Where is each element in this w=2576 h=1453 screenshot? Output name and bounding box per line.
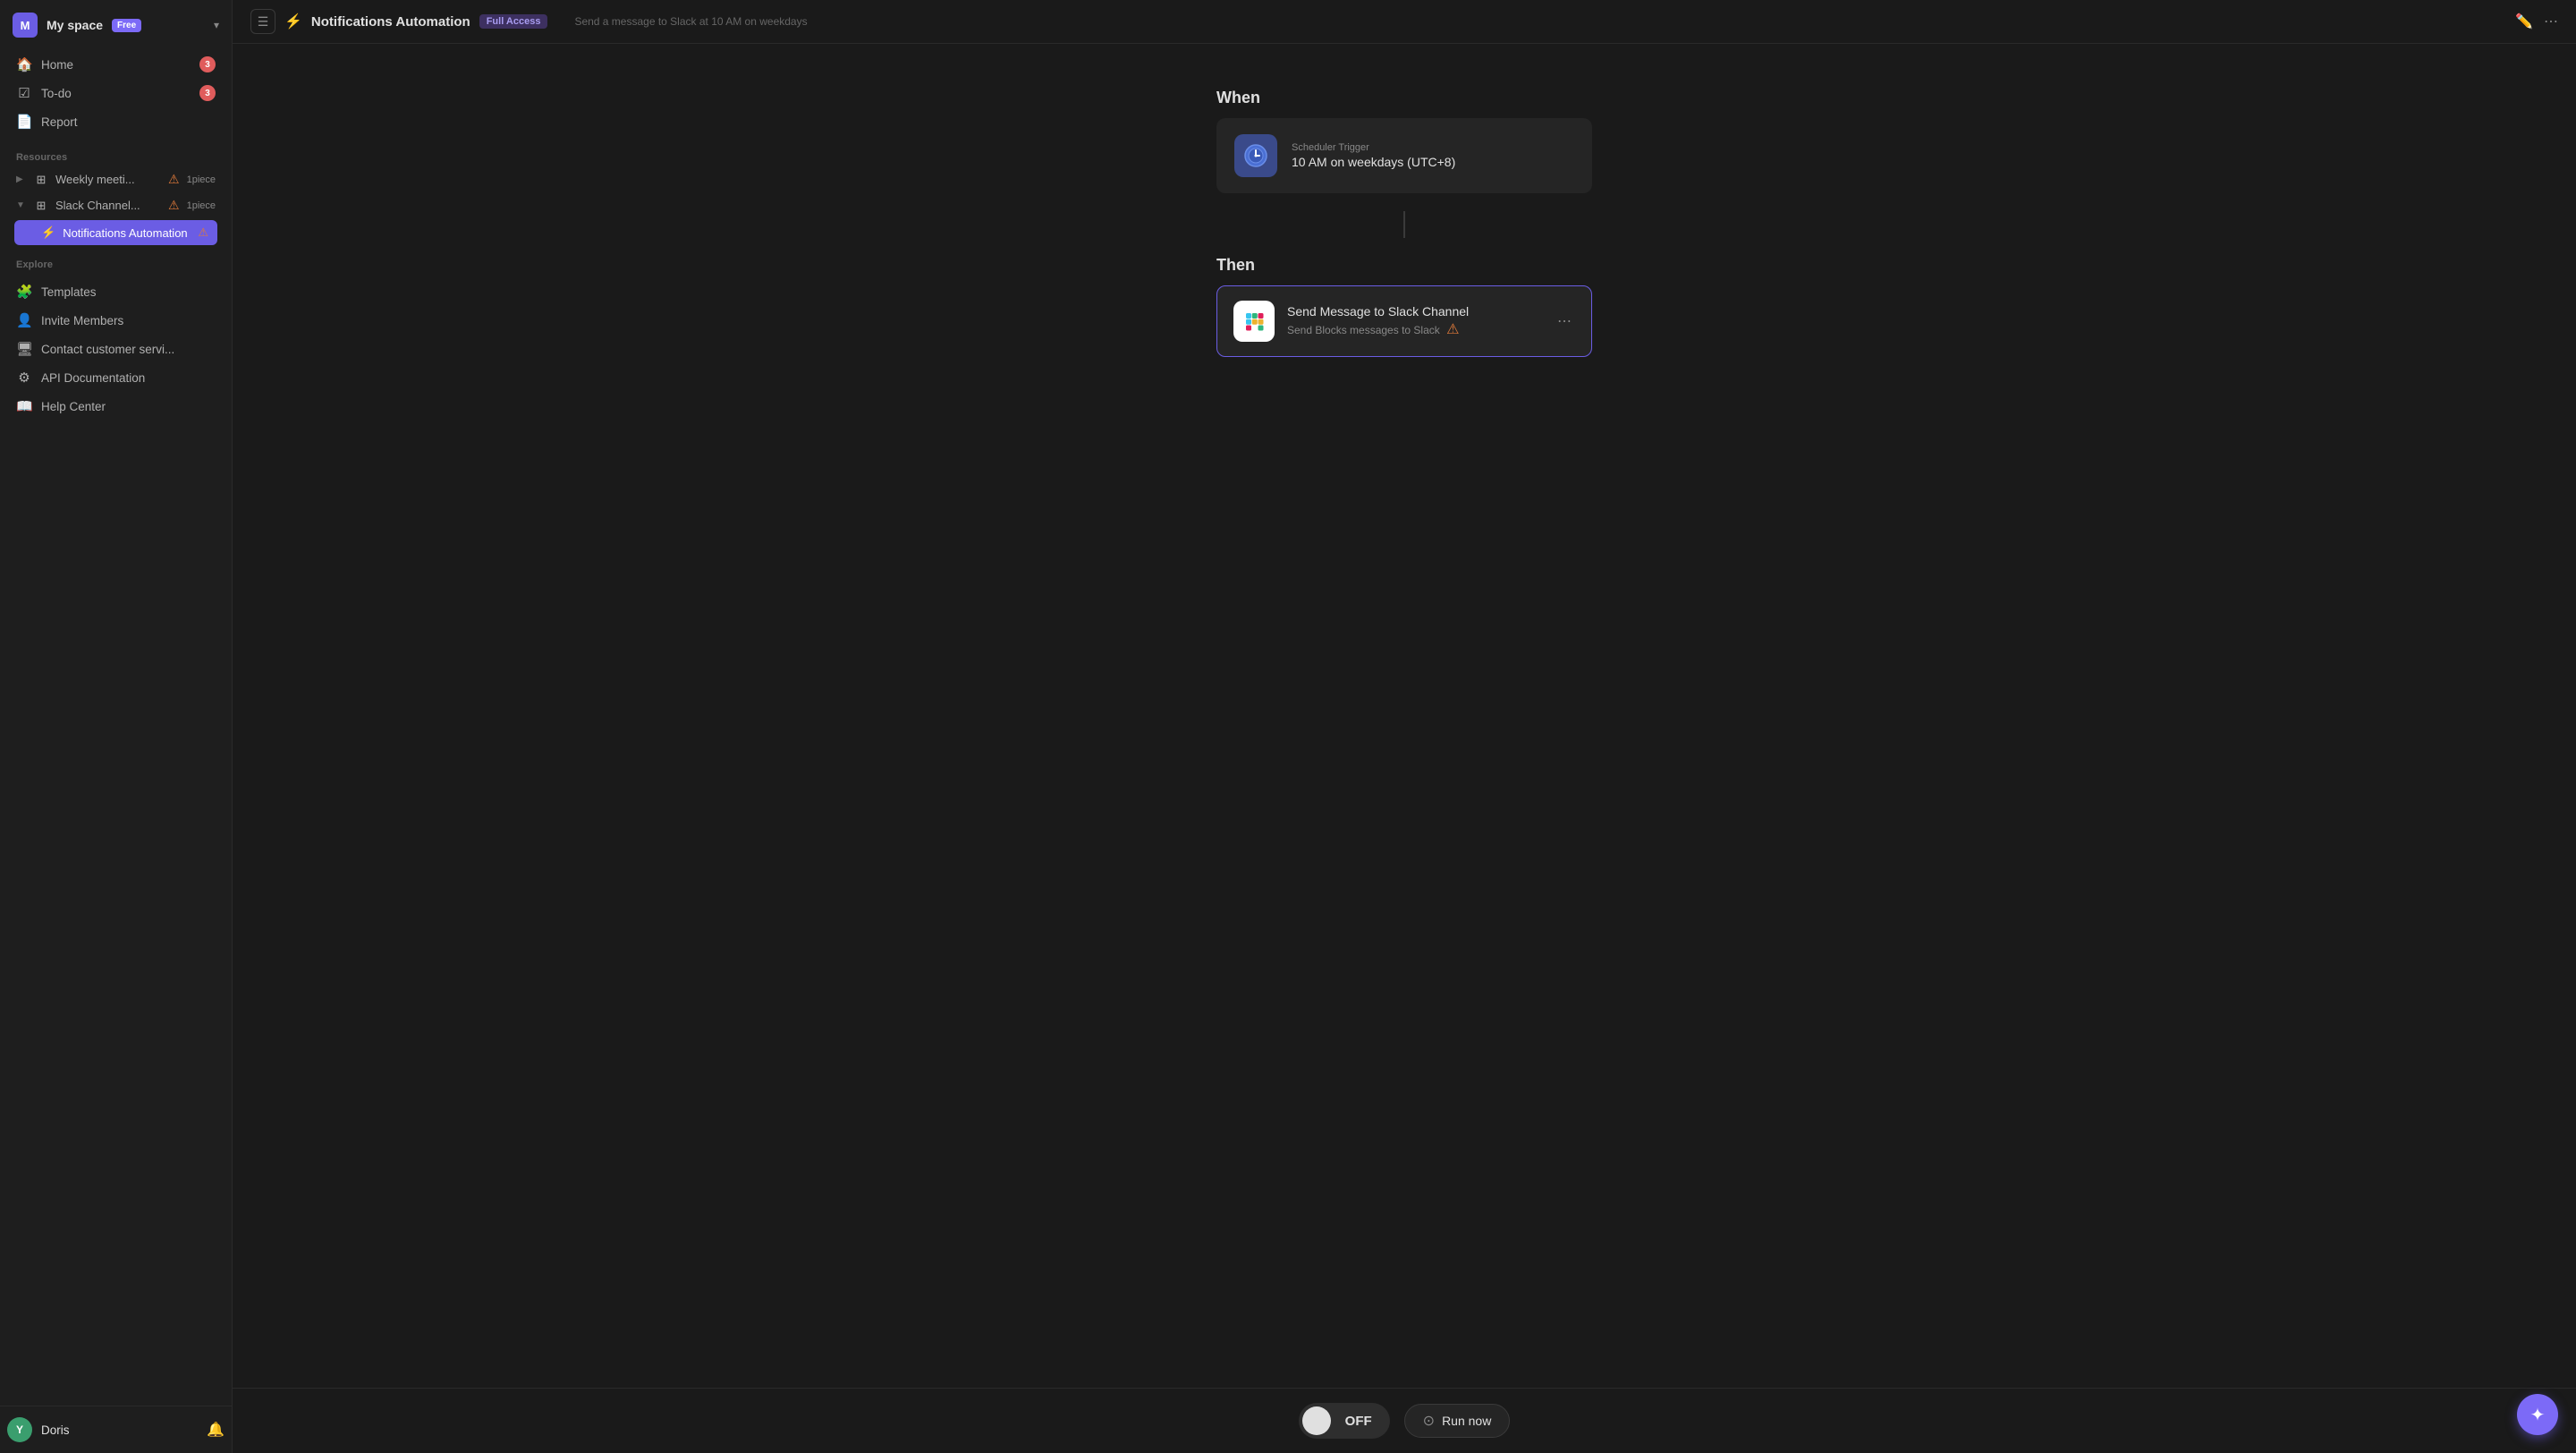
collapse-sidebar-button[interactable]: ☰ [250, 9, 275, 34]
templates-icon: 🧩 [16, 284, 32, 300]
trigger-info: Scheduler Trigger 10 AM on weekdays (UTC… [1292, 142, 1455, 169]
run-icon: ⊙ [1423, 1412, 1435, 1430]
sparkle-icon: ✦ [2530, 1404, 2546, 1426]
edit-button[interactable]: ✏️ [2515, 13, 2533, 30]
nav-label-home: Home [41, 58, 191, 72]
sidebar-item-contact[interactable]: 🖥 Contact customer servi... [7, 335, 225, 363]
sidebar-item-report[interactable]: 📄 Report [7, 107, 225, 136]
action-mainlabel: Send Message to Slack Channel [1287, 304, 1469, 319]
api-icon: ⚙ [16, 370, 32, 386]
user-avatar: Y [7, 1417, 32, 1442]
action-warning-icon: ⚠ [1446, 322, 1459, 337]
automation-bolt-icon: ⚡ [41, 225, 55, 240]
warning-icon-weekly: ⚠ [168, 172, 180, 187]
action-more-button[interactable]: ⋯ [1554, 309, 1575, 334]
when-heading: When [1216, 89, 1260, 107]
fab-button[interactable]: ✦ [2517, 1394, 2558, 1435]
action-sublabel: Send Blocks messages to Slack ⚠ [1287, 320, 1469, 338]
action-card[interactable]: Send Message to Slack Channel Send Block… [1216, 285, 1592, 357]
topbar-automation-icon: ⚡ [284, 13, 302, 30]
ellipsis-icon: ⋯ [2544, 13, 2558, 30]
contact-icon: 🖥 [16, 341, 32, 357]
help-icon: 📖 [16, 398, 32, 414]
trigger-mainlabel: 10 AM on weekdays (UTC+8) [1292, 155, 1455, 169]
action-info: Send Message to Slack Channel Send Block… [1287, 304, 1469, 338]
tree-label-weekly: Weekly meeti... [55, 173, 161, 186]
sidebar-item-api[interactable]: ⚙ API Documentation [7, 363, 225, 392]
grid-icon: ⊞ [34, 173, 48, 187]
more-dots-icon: ⋯ [1557, 314, 1572, 329]
edit-icon: ✏️ [2515, 13, 2533, 30]
when-section: When Scheduler Trigger 10 AM on weekdays… [1216, 89, 1592, 193]
nav-label-todo: To-do [41, 87, 191, 100]
explore-nav: 🧩 Templates 👤 Invite Members 🖥 Contact c… [0, 274, 232, 424]
sidebar-item-templates[interactable]: 🧩 Templates [7, 277, 225, 306]
sidebar-item-invite[interactable]: 👤 Invite Members [7, 306, 225, 335]
nav-label-contact: Contact customer servi... [41, 343, 216, 356]
explore-section-label: Explore [0, 247, 232, 274]
home-badge: 3 [199, 56, 216, 72]
toggle-label: OFF [1331, 1414, 1386, 1429]
chevron-down-icon: ▾ [214, 19, 219, 31]
run-now-button[interactable]: ⊙ Run now [1404, 1404, 1511, 1438]
tree-label-slack: Slack Channel... [55, 199, 161, 212]
main-content: ☰ ⚡ Notifications Automation Full Access… [233, 0, 2576, 1453]
plan-badge: Free [112, 19, 141, 32]
collapse-arrow-icon: ▼ [16, 200, 27, 210]
run-now-label: Run now [1442, 1414, 1491, 1428]
sidebar-footer: Y Doris 🔔 [0, 1406, 232, 1453]
more-options-button[interactable]: ⋯ [2544, 13, 2558, 30]
then-section: Then [1216, 256, 1592, 357]
grid-icon-slack: ⊞ [34, 199, 48, 213]
user-name: Doris [41, 1423, 198, 1437]
connector-line [1403, 211, 1405, 238]
nav-label-report: Report [41, 115, 216, 129]
trigger-card[interactable]: Scheduler Trigger 10 AM on weekdays (UTC… [1216, 118, 1592, 193]
toggle-circle [1302, 1406, 1331, 1435]
then-heading: Then [1216, 256, 1255, 275]
todo-badge: 3 [199, 85, 216, 101]
toggle-switch[interactable]: OFF [1299, 1403, 1390, 1439]
sidebar-item-slack-channel[interactable]: ▼ ⊞ Slack Channel... ⚠ 1piece [7, 192, 225, 218]
workspace-name: My space [47, 18, 103, 32]
resources-section-label: Resources [0, 140, 232, 166]
bottom-bar: OFF ⊙ Run now [233, 1388, 2576, 1453]
topbar: ☰ ⚡ Notifications Automation Full Access… [233, 0, 2576, 44]
nav-label-api: API Documentation [41, 371, 216, 385]
count-weekly: 1piece [187, 174, 216, 185]
sidebar-item-notifications-automation[interactable]: ⚡ Notifications Automation ⚠ [14, 220, 217, 245]
expand-arrow-icon: ▶ [16, 174, 27, 184]
slack-icon-container [1233, 301, 1275, 342]
nav-label-help: Help Center [41, 400, 216, 413]
topbar-actions: ✏️ ⋯ [2515, 13, 2558, 30]
bell-icon[interactable]: 🔔 [207, 1421, 225, 1439]
invite-icon: 👤 [16, 312, 32, 328]
workspace-header[interactable]: M My space Free ▾ [0, 0, 232, 47]
page-title: Notifications Automation [311, 14, 470, 30]
sidebar-item-todo[interactable]: ☑ To-do 3 [7, 79, 225, 107]
nav-label-templates: Templates [41, 285, 216, 299]
sidebar-item-home[interactable]: 🏠 Home 3 [7, 50, 225, 79]
warning-icon-automation: ⚠ [198, 225, 208, 240]
scheduler-icon [1234, 134, 1277, 177]
nav-label-invite: Invite Members [41, 314, 216, 327]
workspace-avatar: M [13, 13, 38, 38]
automation-label: Notifications Automation [63, 226, 191, 240]
main-nav: 🏠 Home 3 ☑ To-do 3 📄 Report [0, 47, 232, 140]
report-icon: 📄 [16, 114, 32, 130]
collapse-icon: ☰ [258, 14, 269, 30]
sidebar-item-weekly-meeting[interactable]: ▶ ⊞ Weekly meeti... ⚠ 1piece [7, 166, 225, 192]
sidebar-item-help[interactable]: 📖 Help Center [7, 392, 225, 421]
topbar-subtitle: Send a message to Slack at 10 AM on week… [574, 15, 2506, 28]
access-badge: Full Access [479, 14, 548, 29]
todo-icon: ☑ [16, 85, 32, 101]
warning-icon-slack: ⚠ [168, 198, 180, 213]
sidebar: M My space Free ▾ 🏠 Home 3 ☑ To-do 3 📄 R… [0, 0, 233, 1453]
home-icon: 🏠 [16, 56, 32, 72]
topbar-title-area: ⚡ Notifications Automation Full Access [284, 13, 547, 30]
count-slack: 1piece [187, 200, 216, 211]
trigger-sublabel: Scheduler Trigger [1292, 142, 1455, 153]
automation-canvas: When Scheduler Trigger 10 AM on weekdays… [233, 44, 2576, 1453]
